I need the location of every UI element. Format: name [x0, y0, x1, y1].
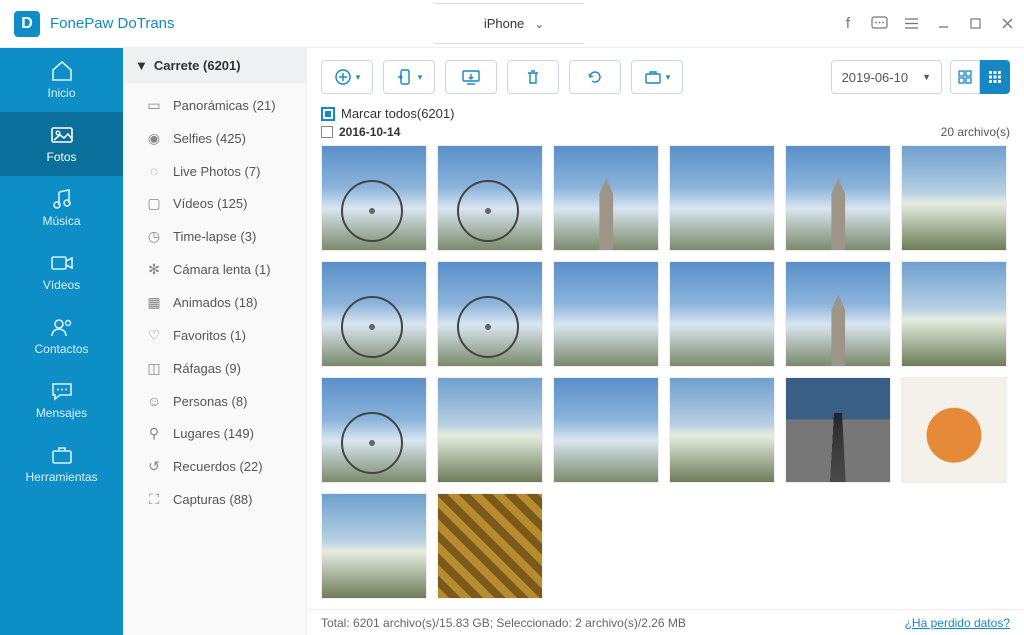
nav-contacts[interactable]: Contactos	[0, 304, 123, 368]
nav-photos[interactable]: Fotos	[0, 112, 123, 176]
category-timelapse[interactable]: ◷Time-lapse (3)	[123, 220, 306, 253]
category-header[interactable]: ▼ Carrete (6201)	[123, 48, 306, 83]
triangle-down-icon: ▼	[135, 58, 148, 73]
places-icon: ⚲	[145, 425, 163, 442]
category-selfies[interactable]: ◉Selfies (425)	[123, 122, 306, 155]
screenshot-icon: ⛶	[145, 491, 163, 508]
group-date: 2016-10-14	[339, 125, 400, 139]
music-icon	[50, 188, 74, 210]
view-grid-large[interactable]	[950, 60, 980, 94]
timelapse-icon: ◷	[145, 228, 163, 245]
category-panoramas[interactable]: ▭Panorámicas (21)	[123, 89, 306, 122]
photo-grid	[321, 145, 1010, 599]
minimize-button[interactable]	[928, 0, 960, 48]
photo-thumb[interactable]	[669, 145, 775, 251]
nav-messages[interactable]: Mensajes	[0, 368, 123, 432]
chevron-down-icon: ▾	[666, 72, 671, 83]
view-grid-small[interactable]	[980, 60, 1010, 94]
photo-thumb[interactable]	[437, 261, 543, 367]
photo-thumb[interactable]	[901, 261, 1007, 367]
videos-icon	[50, 252, 74, 274]
device-picker[interactable]: iPhone ⌄	[434, 3, 585, 44]
messages-icon	[50, 380, 74, 402]
photo-thumb[interactable]	[785, 377, 891, 483]
category-favorites[interactable]: ♡Favoritos (1)	[123, 319, 306, 352]
group-checkbox[interactable]	[321, 126, 333, 138]
status-summary: Total: 6201 archivo(s)/15.83 GB; Selecci…	[321, 616, 686, 630]
category-livephotos[interactable]: ◌Live Photos (7)	[123, 155, 306, 187]
app-name: FonePaw DoTrans	[50, 15, 175, 32]
refresh-button[interactable]	[569, 60, 621, 94]
photo-thumb[interactable]	[437, 377, 543, 483]
select-all-label: Marcar todos(6201)	[341, 106, 454, 121]
animated-icon: ▦	[145, 294, 163, 311]
toolbox-button[interactable]: ▾	[631, 60, 683, 94]
photo-thumb[interactable]	[901, 145, 1007, 251]
nav-home[interactable]: Inicio	[0, 48, 123, 112]
photo-thumb[interactable]	[437, 493, 543, 599]
photo-thumb[interactable]	[785, 145, 891, 251]
category-people[interactable]: ☺Personas (8)	[123, 385, 306, 417]
delete-button[interactable]	[507, 60, 559, 94]
photo-thumb[interactable]	[553, 261, 659, 367]
category-places[interactable]: ⚲Lugares (149)	[123, 417, 306, 450]
category-memories[interactable]: ↺Recuerdos (22)	[123, 450, 306, 483]
add-button[interactable]: ▾	[321, 60, 373, 94]
contacts-icon	[50, 316, 74, 338]
tools-icon	[50, 444, 74, 466]
category-slowmo[interactable]: ✻Cámara lenta (1)	[123, 253, 306, 286]
facebook-icon[interactable]: f	[832, 0, 864, 48]
close-button[interactable]	[992, 0, 1024, 48]
app-logo: D	[14, 11, 40, 37]
photo-thumb[interactable]	[321, 493, 427, 599]
memories-icon: ↺	[145, 458, 163, 475]
export-to-device-button[interactable]: ▾	[383, 60, 435, 94]
category-videos[interactable]: ▢Vídeos (125)	[123, 187, 306, 220]
photo-thumb[interactable]	[669, 261, 775, 367]
photo-thumb[interactable]	[553, 145, 659, 251]
photo-thumb[interactable]	[321, 145, 427, 251]
category-animated[interactable]: ▦Animados (18)	[123, 286, 306, 319]
chevron-down-icon: ▾	[418, 72, 423, 83]
photo-thumb[interactable]	[321, 261, 427, 367]
photo-thumb[interactable]	[901, 377, 1007, 483]
category-bursts[interactable]: ◫Ráfagas (9)	[123, 352, 306, 385]
photo-thumb[interactable]	[437, 145, 543, 251]
burst-icon: ◫	[145, 360, 163, 377]
video-icon: ▢	[145, 195, 163, 212]
select-all-checkbox[interactable]	[321, 107, 335, 121]
photo-thumb[interactable]	[669, 377, 775, 483]
photo-thumb[interactable]	[553, 377, 659, 483]
sidebar-nav: Inicio Fotos Música Vídeos Contactos Men…	[0, 48, 123, 635]
nav-videos[interactable]: Vídeos	[0, 240, 123, 304]
panorama-icon: ▭	[145, 97, 163, 114]
feedback-icon[interactable]	[864, 0, 896, 48]
home-icon	[50, 60, 74, 82]
photo-categories: ▼ Carrete (6201) ▭Panorámicas (21) ◉Self…	[123, 48, 307, 635]
lost-data-link[interactable]: ¿Ha perdido datos?	[905, 616, 1010, 630]
livephoto-icon: ◌	[145, 163, 163, 179]
group-count: 20 archivo(s)	[941, 125, 1010, 139]
photo-thumb[interactable]	[321, 377, 427, 483]
device-name: iPhone	[484, 16, 524, 31]
photos-icon	[50, 124, 74, 146]
nav-music[interactable]: Música	[0, 176, 123, 240]
export-to-pc-button[interactable]	[445, 60, 497, 94]
category-screenshots[interactable]: ⛶Capturas (88)	[123, 483, 306, 516]
date-filter[interactable]: 2019-06-10▼	[831, 60, 942, 94]
maximize-button[interactable]	[960, 0, 992, 48]
chevron-down-icon: ▾	[356, 72, 361, 83]
selfie-icon: ◉	[145, 130, 163, 147]
toolbar: ▾ ▾ ▾ 2019-06-10▼	[307, 48, 1024, 102]
people-icon: ☺	[145, 393, 163, 409]
heart-icon: ♡	[145, 327, 163, 344]
photo-thumb[interactable]	[785, 261, 891, 367]
chevron-down-icon: ⌄	[534, 17, 544, 31]
slowmo-icon: ✻	[145, 261, 163, 278]
triangle-down-icon: ▼	[922, 72, 931, 82]
nav-tools[interactable]: Herramientas	[0, 432, 123, 496]
menu-icon[interactable]	[896, 0, 928, 48]
